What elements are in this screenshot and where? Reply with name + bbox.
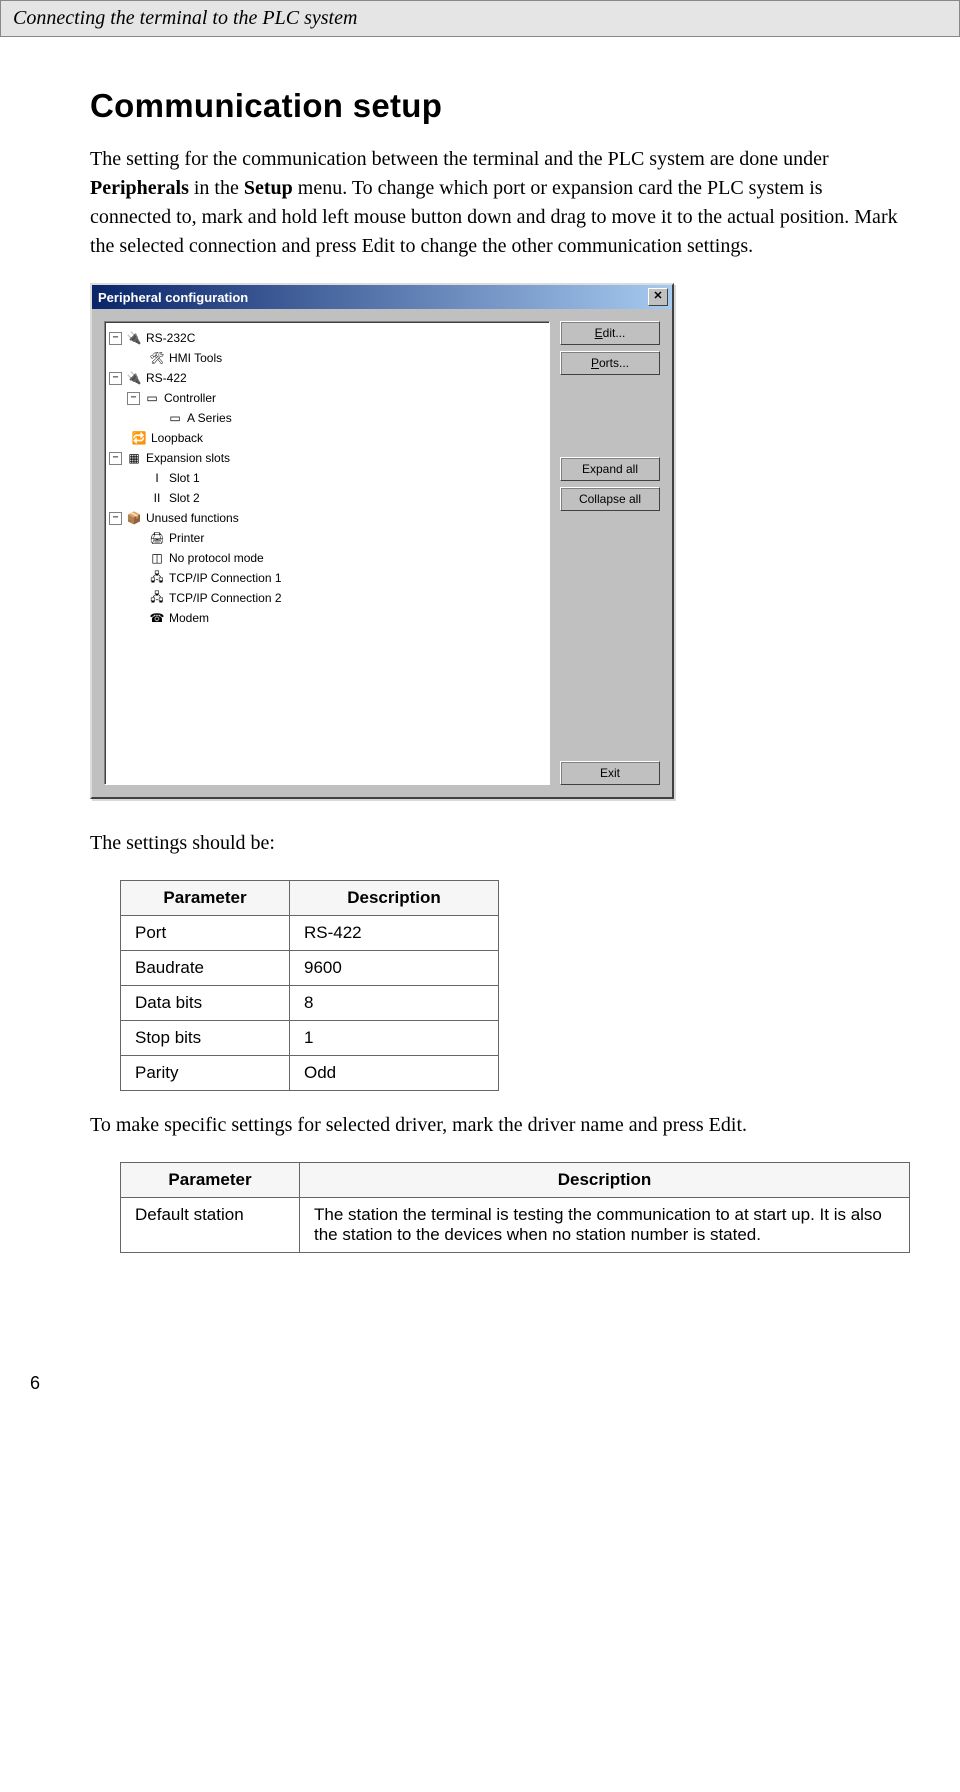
- tree-label: Slot 1: [169, 471, 200, 485]
- cell-desc: 9600: [290, 951, 499, 986]
- cell-desc: The station the terminal is testing the …: [300, 1198, 910, 1253]
- tree-label: Printer: [169, 531, 204, 545]
- text-bold: Setup: [244, 177, 293, 199]
- collapse-icon[interactable]: −: [109, 372, 122, 385]
- tree-node-loopback[interactable]: 🔁 Loopback: [109, 428, 545, 448]
- noproto-icon: ◫: [149, 550, 165, 566]
- btn-rest: dit...: [603, 326, 626, 340]
- tree-label: Controller: [164, 391, 216, 405]
- table-row: PortRS-422: [121, 916, 499, 951]
- cell-desc: Odd: [290, 1056, 499, 1091]
- dialog-title: Peripheral configuration: [98, 290, 648, 305]
- table-row: Baudrate9600: [121, 951, 499, 986]
- collapse-icon[interactable]: −: [127, 392, 140, 405]
- exit-button[interactable]: Exit: [560, 761, 660, 785]
- cell-param: Default station: [121, 1198, 300, 1253]
- tree-node-printer[interactable]: 🖨 Printer: [109, 528, 545, 548]
- driver-paragraph: To make specific settings for selected d…: [90, 1111, 900, 1140]
- slot-icon: I: [149, 470, 165, 486]
- tree-label: Expansion slots: [146, 451, 230, 465]
- table-row: Default station The station the terminal…: [121, 1198, 910, 1253]
- col-header-param: Parameter: [121, 1163, 300, 1198]
- tree-node-rs232c[interactable]: − 🔌 RS-232C: [109, 328, 545, 348]
- collapse-icon[interactable]: −: [109, 512, 122, 525]
- loopback-icon: 🔁: [131, 430, 147, 446]
- tree-label: Unused functions: [146, 511, 239, 525]
- settings-table: Parameter Description PortRS-422 Baudrat…: [120, 880, 499, 1091]
- tree-node-expansion[interactable]: − ▦ Expansion slots: [109, 448, 545, 468]
- network-icon: 🖧: [149, 570, 165, 586]
- cell-param: Stop bits: [121, 1021, 290, 1056]
- tree-label: RS-422: [146, 371, 187, 385]
- cell-desc: RS-422: [290, 916, 499, 951]
- tree-label: RS-232C: [146, 331, 195, 345]
- edit-button[interactable]: Edit...: [560, 321, 660, 345]
- tree-node-modem[interactable]: ☎ Modem: [109, 608, 545, 628]
- cell-param: Port: [121, 916, 290, 951]
- col-header-desc: Description: [290, 881, 499, 916]
- close-button[interactable]: ✕: [648, 288, 668, 306]
- cell-param: Data bits: [121, 986, 290, 1021]
- tree-node-tcpip1[interactable]: 🖧 TCP/IP Connection 1: [109, 568, 545, 588]
- tree-label: Slot 2: [169, 491, 200, 505]
- tree-label: Loopback: [151, 431, 203, 445]
- slots-icon: ▦: [126, 450, 142, 466]
- expand-all-button[interactable]: Expand all: [560, 457, 660, 481]
- tree-node-slot2[interactable]: II Slot 2: [109, 488, 545, 508]
- btn-rest: orts...: [599, 356, 629, 370]
- text-bold: Peripherals: [90, 177, 189, 199]
- driver-table: Parameter Description Default station Th…: [120, 1162, 910, 1253]
- tree-node-controller[interactable]: − ▭ Controller: [109, 388, 545, 408]
- btn-txt: Collapse all: [579, 492, 641, 506]
- col-header-desc: Description: [300, 1163, 910, 1198]
- btn-txt: Exit: [600, 766, 620, 780]
- tree-label: No protocol mode: [169, 551, 264, 565]
- tree-node-hmi-tools[interactable]: 🛠 HMI Tools: [109, 348, 545, 368]
- tree-label: HMI Tools: [169, 351, 222, 365]
- tree-view[interactable]: − 🔌 RS-232C 🛠 HMI Tools − 🔌 RS-422 −: [104, 321, 550, 785]
- table-row: Stop bits1: [121, 1021, 499, 1056]
- port-icon: 🔌: [126, 370, 142, 386]
- peripheral-config-dialog: Peripheral configuration ✕ − 🔌 RS-232C 🛠…: [90, 283, 674, 799]
- cell-desc: 8: [290, 986, 499, 1021]
- folder-icon: 📦: [126, 510, 142, 526]
- text: in the: [189, 177, 244, 199]
- intro-paragraph: The setting for the communication betwee…: [90, 145, 900, 261]
- tool-icon: 🛠: [149, 350, 165, 366]
- tree-node-aseries[interactable]: ▭ A Series: [109, 408, 545, 428]
- controller-icon: ▭: [144, 390, 160, 406]
- collapse-icon[interactable]: −: [109, 452, 122, 465]
- tree-node-rs422[interactable]: − 🔌 RS-422: [109, 368, 545, 388]
- ports-button[interactable]: Ports...: [560, 351, 660, 375]
- device-icon: ▭: [167, 410, 183, 426]
- collapse-icon[interactable]: −: [109, 332, 122, 345]
- tree-label: Modem: [169, 611, 209, 625]
- page-header: Connecting the terminal to the PLC syste…: [0, 0, 960, 37]
- col-header-param: Parameter: [121, 881, 290, 916]
- cell-desc: 1: [290, 1021, 499, 1056]
- tree-node-noproto[interactable]: ◫ No protocol mode: [109, 548, 545, 568]
- section-title: Communication setup: [90, 87, 900, 125]
- tree-node-unused[interactable]: − 📦 Unused functions: [109, 508, 545, 528]
- tree-label: A Series: [187, 411, 232, 425]
- tree-node-tcpip2[interactable]: 🖧 TCP/IP Connection 2: [109, 588, 545, 608]
- collapse-all-button[interactable]: Collapse all: [560, 487, 660, 511]
- modem-icon: ☎: [149, 610, 165, 626]
- settings-intro: The settings should be:: [90, 829, 900, 858]
- tree-label: TCP/IP Connection 2: [169, 591, 282, 605]
- text: The setting for the communication betwee…: [90, 148, 829, 170]
- tree-label: TCP/IP Connection 1: [169, 571, 282, 585]
- page-number: 6: [30, 1373, 900, 1394]
- table-row: Data bits8: [121, 986, 499, 1021]
- dialog-titlebar[interactable]: Peripheral configuration ✕: [92, 285, 672, 309]
- printer-icon: 🖨: [149, 530, 165, 546]
- network-icon: 🖧: [149, 590, 165, 606]
- tree-node-slot1[interactable]: I Slot 1: [109, 468, 545, 488]
- port-icon: 🔌: [126, 330, 142, 346]
- slot-icon: II: [149, 490, 165, 506]
- table-row: ParityOdd: [121, 1056, 499, 1091]
- cell-param: Parity: [121, 1056, 290, 1091]
- btn-txt: Expand all: [582, 462, 638, 476]
- cell-param: Baudrate: [121, 951, 290, 986]
